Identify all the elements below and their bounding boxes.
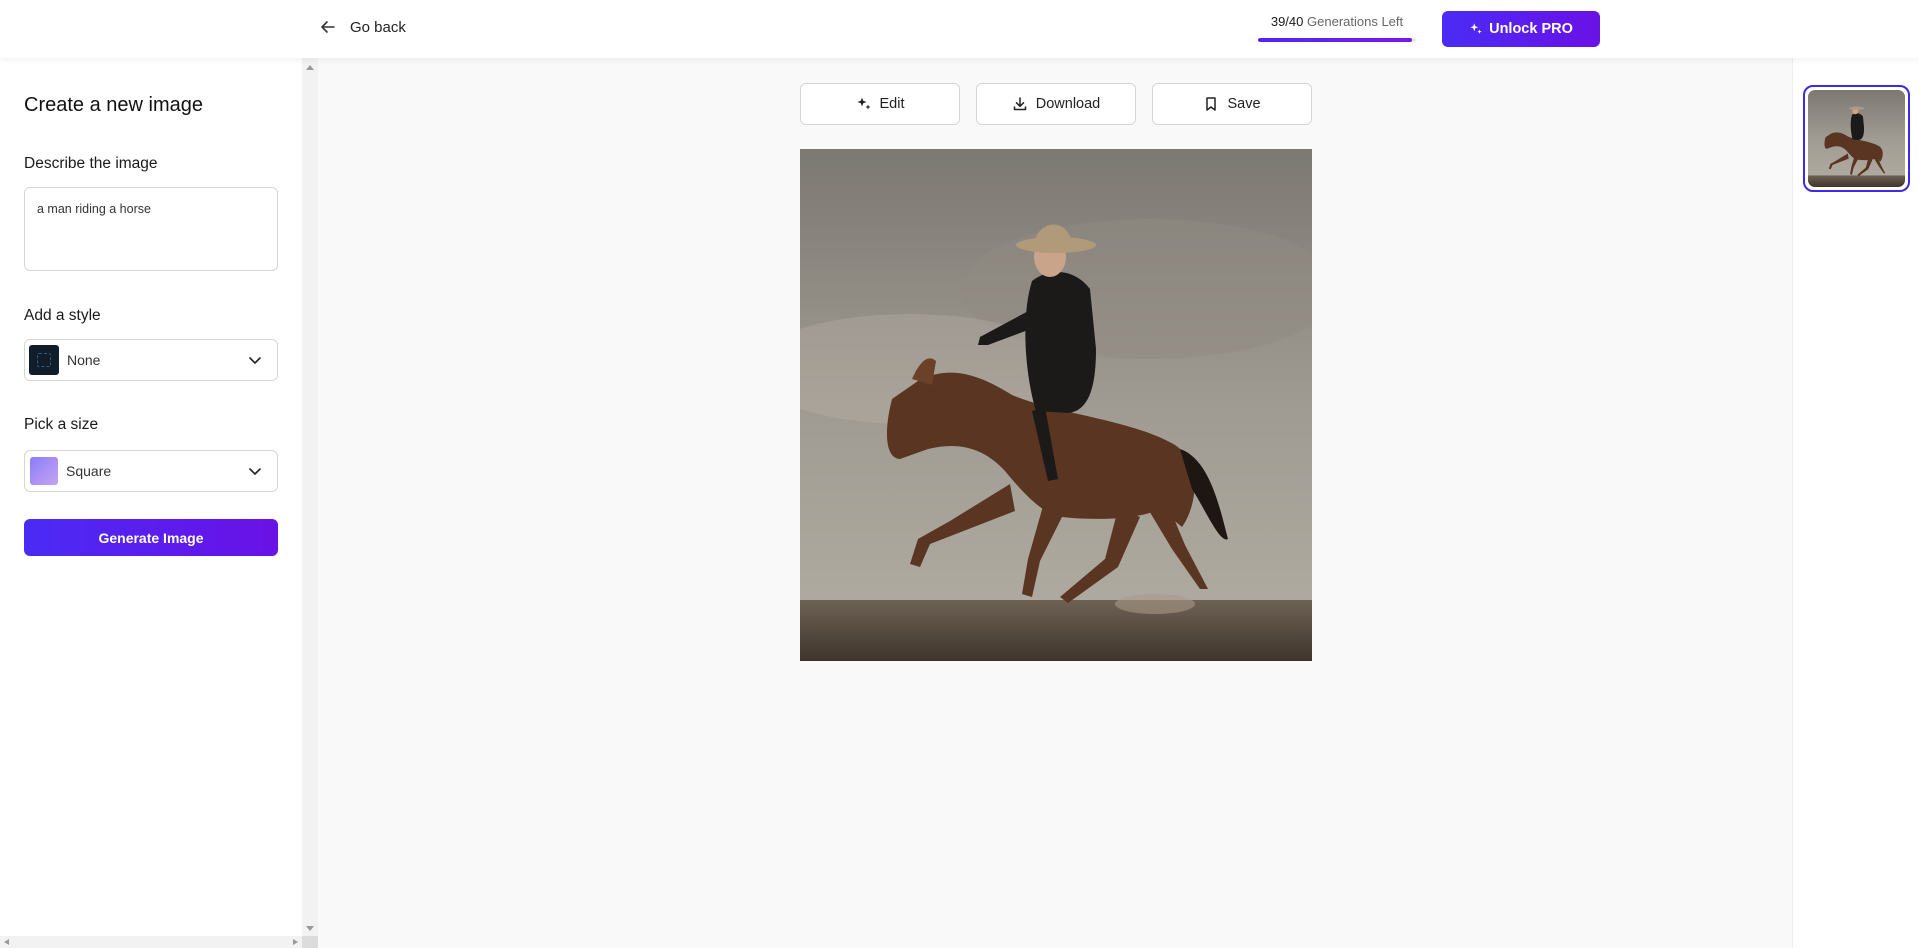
unlock-pro-button[interactable]: Unlock PRO <box>1442 11 1600 47</box>
describe-label: Describe the image <box>24 155 158 172</box>
generations-count: 39/40 <box>1270 14 1304 29</box>
history-thumbnail-image <box>1808 90 1905 187</box>
scroll-down-arrow-icon[interactable] <box>306 926 314 931</box>
edit-button[interactable]: Edit <box>800 83 960 125</box>
sidebar-horizontal-scrollbar[interactable] <box>0 936 302 948</box>
save-label: Save <box>1227 96 1261 112</box>
size-value: Square <box>66 463 112 479</box>
scroll-left-arrow-icon[interactable] <box>4 939 9 945</box>
sparkle-icon <box>1470 23 1482 34</box>
download-label: Download <box>1035 96 1101 112</box>
sparkle-icon <box>857 97 870 110</box>
scroll-up-arrow-icon[interactable] <box>306 65 314 70</box>
generations-progress-fill <box>1258 38 1413 42</box>
go-back-label: Go back <box>350 18 406 36</box>
style-label: Add a style <box>24 307 101 324</box>
arrow-left-icon <box>321 21 335 33</box>
chevron-down-icon <box>249 357 261 364</box>
history-thumbnail-art <box>1808 90 1905 187</box>
generated-image-art <box>800 149 1312 661</box>
size-swatch <box>30 457 58 485</box>
generate-image-button[interactable]: Generate Image <box>24 519 278 556</box>
size-label: Pick a size <box>24 416 99 433</box>
download-icon <box>1013 97 1026 111</box>
go-back-button[interactable]: Go back <box>318 17 406 37</box>
edit-label: Edit <box>879 96 905 112</box>
style-select[interactable]: None <box>24 339 278 381</box>
sidebar-title: Create a new image <box>24 94 203 116</box>
describe-image-textarea[interactable] <box>24 187 278 271</box>
sidebar: Create a new image Describe the image Ad… <box>0 58 302 948</box>
generations-progress-bar <box>1258 38 1416 42</box>
save-button[interactable]: Save <box>1152 83 1312 125</box>
generations-label: Generations Left <box>1307 14 1404 29</box>
chevron-down-icon <box>249 468 261 475</box>
bookmark-icon <box>1206 97 1217 111</box>
scrollbar-corner <box>302 936 318 948</box>
unlock-pro-label: Unlock PRO <box>1489 21 1573 37</box>
download-button[interactable]: Download <box>976 83 1136 125</box>
style-value: None <box>67 352 101 368</box>
history-thumbnail[interactable] <box>1803 85 1910 192</box>
style-swatch <box>29 345 59 375</box>
generations-counter: 39/40 Generations Left <box>1258 14 1416 42</box>
scroll-right-arrow-icon[interactable] <box>293 939 298 945</box>
sidebar-scrollbar[interactable] <box>302 58 318 936</box>
top-bar: Go back 39/40 Generations Left Unlock PR… <box>0 0 1919 58</box>
generated-image[interactable] <box>800 149 1312 661</box>
size-select[interactable]: Square <box>24 450 278 492</box>
